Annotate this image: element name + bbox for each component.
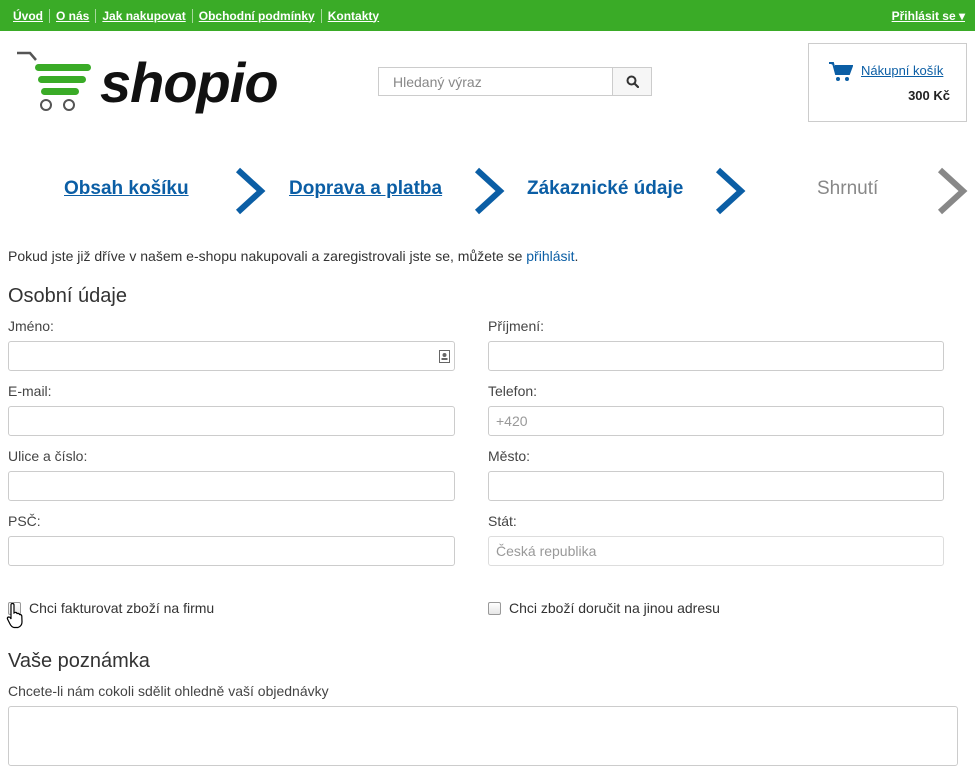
hand-cursor-icon: [6, 603, 23, 629]
section-title-personal: Osobní údaje: [8, 285, 127, 307]
last-name-input[interactable]: [489, 342, 943, 370]
city-label: Město:: [488, 448, 531, 464]
login-link[interactable]: přihlásit: [526, 248, 574, 264]
search-box: [378, 67, 613, 96]
contact-card-icon[interactable]: [439, 350, 450, 363]
search-icon: [626, 75, 639, 88]
city-field: [488, 471, 944, 501]
top-bar: Úvod O nás Jak nakupovat Obchodní podmín…: [0, 0, 975, 31]
zip-input[interactable]: [9, 537, 454, 565]
other-address-label: Chci zboží doručit na jinou adresu: [509, 600, 720, 616]
step-customer-details: Zákaznické údaje: [527, 178, 684, 199]
section-title-note: Vaše poznámka: [8, 650, 150, 672]
search-input[interactable]: [379, 68, 612, 95]
search-button[interactable]: [612, 67, 652, 96]
nav-link-contacts[interactable]: Kontakty: [322, 9, 385, 23]
step-chevron-icon: [235, 167, 266, 215]
country-label: Stát:: [488, 513, 517, 529]
street-input[interactable]: [9, 472, 454, 500]
step-chevron-icon: [715, 167, 746, 215]
street-label: Ulice a číslo:: [8, 448, 88, 464]
country-field: [488, 536, 944, 566]
checkbox-box[interactable]: [488, 601, 501, 615]
email-input[interactable]: [9, 407, 454, 435]
cart-link[interactable]: Nákupní košík: [861, 63, 943, 78]
last-name-field: [488, 341, 944, 371]
nav-link-about[interactable]: O nás: [50, 8, 97, 23]
top-nav: Úvod O nás Jak nakupovat Obchodní podmín…: [7, 0, 385, 31]
nav-link-terms[interactable]: Obchodní podmínky: [193, 8, 322, 23]
note-label: Chcete-li nám cokoli sdělit ohledně vaší…: [8, 683, 329, 699]
login-hint-end: .: [574, 248, 579, 264]
cart-box[interactable]: Nákupní košík 300 Kč: [808, 43, 967, 122]
company-invoice-label: Chci fakturovat zboží na firmu: [29, 600, 215, 616]
step-chevron-icon: [474, 167, 505, 215]
step-cart-contents[interactable]: Obsah košíku: [64, 178, 189, 200]
country-input: [489, 537, 943, 565]
first-name-input[interactable]: [9, 342, 454, 370]
other-address-checkbox[interactable]: Chci zboží doručit na jinou adresu: [488, 600, 720, 616]
email-label: E-mail:: [8, 383, 52, 399]
first-name-label: Jméno:: [8, 318, 54, 334]
login-dropdown[interactable]: Přihlásit se ▾: [892, 0, 965, 31]
zip-label: PSČ:: [8, 513, 41, 529]
zip-field: [8, 536, 455, 566]
first-name-field: [8, 341, 455, 371]
step-shipping-payment[interactable]: Doprava a platba: [289, 178, 442, 200]
login-hint-text: Pokud jste již dříve v našem e-shopu nak…: [8, 248, 527, 264]
city-input[interactable]: [489, 472, 943, 500]
last-name-label: Příjmení:: [488, 318, 545, 334]
nav-link-how-to-buy[interactable]: Jak nakupovat: [96, 8, 193, 23]
logo-text[interactable]: shopio: [100, 48, 279, 118]
nav-link-home[interactable]: Úvod: [7, 8, 50, 23]
company-invoice-checkbox[interactable]: Chci fakturovat zboží na firmu: [8, 600, 214, 616]
cart-icon: [829, 62, 853, 81]
cart-price: 300 Kč: [908, 88, 950, 103]
login-hint: Pokud jste již dříve v našem e-shopu nak…: [8, 248, 578, 264]
step-chevron-icon: [937, 167, 968, 215]
note-textarea[interactable]: [8, 706, 958, 766]
phone-label: Telefon:: [488, 383, 538, 399]
phone-field: [488, 406, 944, 436]
phone-input[interactable]: [489, 407, 943, 435]
street-field: [8, 471, 455, 501]
email-field: [8, 406, 455, 436]
step-summary: Shrnutí: [817, 178, 879, 199]
